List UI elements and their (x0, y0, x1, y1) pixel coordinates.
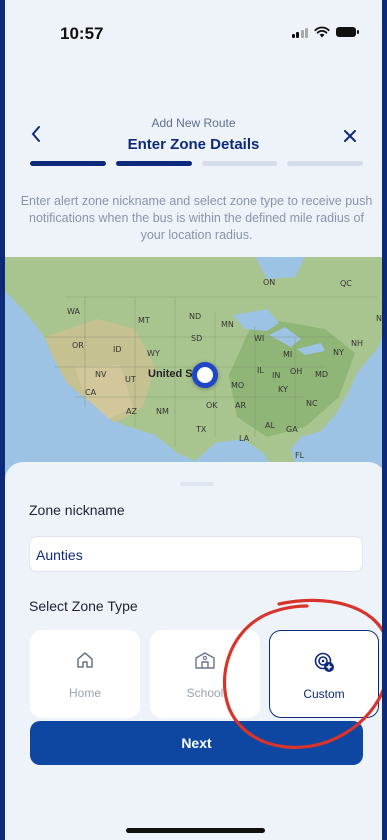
map-region-label: LA (239, 434, 250, 443)
home-icon (30, 650, 140, 672)
map-region-label: QC (340, 279, 352, 288)
map-region-label: IN (272, 371, 281, 380)
zone-type-label-home: Home (68, 686, 101, 700)
map-region-label: NY (333, 348, 344, 357)
map-region-label: NV (95, 370, 107, 379)
zone-type-custom[interactable]: Custom (269, 630, 379, 718)
map-region-label: GA (286, 425, 298, 434)
map-region-label: FL (295, 451, 305, 460)
map-region-label: ON (263, 278, 276, 287)
progress-step (201, 161, 278, 166)
bottom-sheet: Zone nickname Aunties Select Zone Type H… (5, 462, 382, 840)
school-icon (150, 650, 260, 672)
zone-type-options: Home School Custom (30, 630, 380, 720)
header-subtitle: Add New Route (151, 116, 236, 130)
zone-nickname-label: Zone nickname (29, 502, 125, 518)
map-view[interactable]: WA MT ND MN ON QC OR ID SD WY WI MI NY N… (5, 257, 382, 487)
map-region-label: IL (257, 366, 264, 375)
next-button[interactable]: Next (30, 721, 363, 765)
map-country-label: United S (148, 368, 193, 380)
map-region-label: NC (306, 399, 318, 408)
map-region-label: MO (231, 381, 245, 390)
map-region-label: MT (138, 316, 150, 325)
progress-step (115, 161, 192, 166)
wifi-icon (314, 26, 330, 38)
zone-type-home[interactable]: Home (30, 630, 140, 718)
zone-type-school[interactable]: School (150, 630, 260, 718)
map-region-label: WY (147, 349, 160, 358)
battery-icon (336, 27, 359, 37)
custom-location-icon (270, 651, 378, 673)
map-region-label: UT (125, 375, 136, 384)
map-region-label: NB (376, 314, 382, 323)
map-region-label: OR (72, 341, 84, 350)
map-region-label: ND (189, 312, 202, 321)
location-pin-icon[interactable] (192, 362, 218, 388)
home-indicator (126, 828, 265, 833)
zone-type-label: Select Zone Type (29, 598, 138, 614)
map-region-label: TX (196, 425, 207, 434)
map-region-label: MI (283, 350, 293, 359)
map-region-label: MN (221, 320, 234, 329)
map-region-label: SD (191, 334, 203, 343)
map-region-label: CA (85, 388, 97, 397)
close-icon[interactable] (340, 126, 360, 148)
sheet-grabber[interactable] (180, 482, 214, 486)
map-region-label: OK (206, 401, 218, 410)
description-text: Enter alert zone nickname and select zon… (20, 194, 373, 242)
signal-icon (291, 27, 308, 38)
status-icons (291, 26, 359, 38)
map-region-label: MD (315, 370, 329, 379)
map-region-label: AZ (126, 407, 137, 416)
status-bar: 10:57 (5, 0, 382, 60)
map-region-label: NM (156, 407, 169, 416)
map-region-label: ID (113, 345, 122, 354)
zone-type-label-school: School (186, 686, 224, 700)
step-progress (30, 161, 363, 166)
status-time: 10:57 (60, 24, 104, 43)
zone-nickname-input[interactable]: Aunties (29, 536, 363, 572)
page-title: Enter Zone Details (127, 136, 260, 153)
map-region-label: OH (290, 367, 303, 376)
progress-step (287, 161, 363, 166)
phone-screen: 10:57 Add New Route Enter Zone Details E… (3, 0, 384, 840)
map-region-label: WA (67, 307, 80, 316)
zone-type-label-custom: Custom (303, 687, 345, 701)
map-region-label: AR (235, 401, 247, 410)
map-region-label: NH (351, 339, 363, 348)
map-region-label: AL (265, 421, 275, 430)
progress-step (30, 161, 106, 166)
map-region-label: WI (254, 334, 265, 343)
map-region-label: KY (278, 385, 288, 394)
